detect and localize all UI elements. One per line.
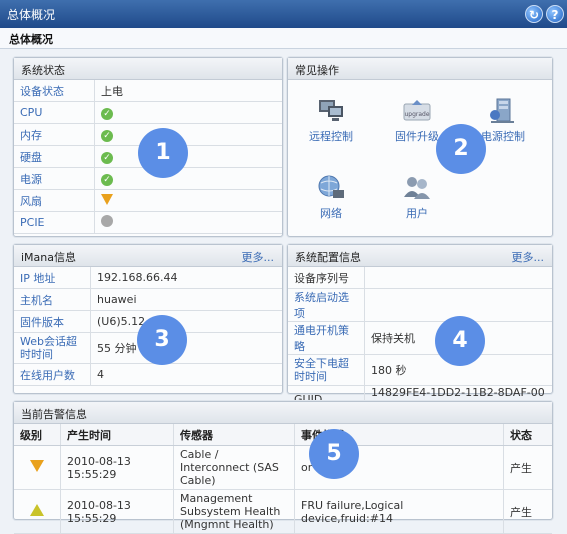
common-ops-panel: 常见操作 远程控制 upgrade 固件升级 电源控制 网络 用户 2 bbox=[287, 57, 553, 237]
window-title: 总体概况 bbox=[7, 8, 56, 22]
firmware-upgrade-label: 固件升级 bbox=[395, 130, 439, 143]
table-row: 在线用户数 4 bbox=[14, 363, 282, 386]
ip-address-value: 192.168.66.44 bbox=[90, 267, 282, 289]
ok-status-icon: ✓ bbox=[101, 107, 113, 120]
table-row: 主机名 huawei bbox=[14, 288, 282, 311]
warning-status-icon bbox=[101, 193, 113, 205]
common-ops-header: 常见操作 bbox=[288, 58, 552, 80]
alarm-sensor: Cable / Interconnect (SAS Cable) bbox=[173, 445, 295, 490]
firmware-version-value: (U6)5.12 bbox=[90, 310, 282, 333]
table-row: 风扇 bbox=[14, 189, 282, 212]
firmware-version-label: 固件版本 bbox=[14, 310, 91, 333]
ip-address-label: IP 地址 bbox=[14, 267, 91, 289]
system-status-header: 系统状态 bbox=[14, 58, 282, 80]
callout-badge-4: 4 bbox=[435, 316, 485, 366]
firmware-upgrade-icon: upgrade bbox=[402, 96, 432, 126]
callout-badge-3: 3 bbox=[137, 315, 187, 365]
page-header: 总体概况 bbox=[0, 28, 567, 49]
table-row: 系统启动选项 bbox=[288, 288, 552, 322]
minor-alarm-icon bbox=[30, 504, 44, 516]
imana-info-panel: iMana信息 更多... IP 地址 192.168.66.44 主机名 hu… bbox=[13, 244, 283, 394]
ok-status-icon: ✓ bbox=[101, 151, 113, 164]
remote-control-label: 远程控制 bbox=[309, 130, 353, 143]
help-icon[interactable]: ? bbox=[546, 5, 564, 23]
alarm-state: 产生 bbox=[503, 489, 552, 534]
col-state[interactable]: 状态 bbox=[503, 424, 552, 446]
sys-config-panel: 系统配置信息 更多... 设备序列号 系统启动选项 通电开机策略 保持关机 安全… bbox=[287, 244, 553, 413]
absent-status-icon bbox=[101, 215, 113, 227]
table-row[interactable]: 2010-08-13 15:55:29 Cable / Interconnect… bbox=[14, 445, 552, 490]
web-session-timeout-label: Web会话超时时间 bbox=[14, 332, 91, 364]
table-row: 设备序列号 bbox=[288, 267, 552, 289]
sys-config-header: 系统配置信息 更多... bbox=[288, 245, 552, 267]
pcie-label[interactable]: PCIE bbox=[14, 211, 95, 234]
page-title: 总体概况 bbox=[9, 33, 53, 46]
col-time[interactable]: 产生时间 bbox=[60, 424, 174, 446]
users-label: 用户 bbox=[406, 207, 428, 220]
online-users-value: 4 bbox=[90, 363, 282, 386]
table-row: CPU ✓ bbox=[14, 101, 282, 124]
network-button[interactable]: 网络 bbox=[296, 173, 366, 221]
power-control-icon bbox=[488, 96, 518, 126]
alarm-time: 2010-08-13 15:55:29 bbox=[60, 489, 174, 534]
alarm-state: 产生 bbox=[503, 445, 552, 490]
major-alarm-icon bbox=[30, 460, 44, 472]
power-control-label: 电源控制 bbox=[481, 130, 525, 143]
sys-config-more-link[interactable]: 更多... bbox=[512, 249, 545, 265]
network-label: 网络 bbox=[320, 207, 342, 220]
users-button[interactable]: 用户 bbox=[382, 173, 452, 221]
imana-info-title: iMana信息 bbox=[21, 251, 76, 264]
ok-status-icon: ✓ bbox=[101, 173, 113, 186]
callout-badge-1: 1 bbox=[138, 128, 188, 178]
table-row[interactable]: 2010-08-13 15:55:29 Management Subsystem… bbox=[14, 489, 552, 534]
remote-control-icon bbox=[316, 96, 346, 126]
ok-status-icon: ✓ bbox=[101, 129, 113, 142]
cpu-label[interactable]: CPU bbox=[14, 101, 95, 124]
boot-option-label[interactable]: 系统启动选项 bbox=[288, 288, 365, 322]
alarms-title: 当前告警信息 bbox=[21, 408, 87, 421]
table-row: 通电开机策略 保持关机 bbox=[288, 321, 552, 355]
col-sensor[interactable]: 传感器 bbox=[173, 424, 295, 446]
alarms-header-row: 级别 产生时间 传感器 事件描述 状态 bbox=[14, 424, 552, 446]
alarm-sensor: Management Subsystem Health (Mngmnt Heal… bbox=[173, 489, 295, 534]
power-label[interactable]: 电源 bbox=[14, 167, 95, 190]
alarms-table: 级别 产生时间 传感器 事件描述 状态 2010-08-13 15:55:29 … bbox=[14, 424, 552, 534]
imana-more-link[interactable]: 更多... bbox=[242, 249, 275, 265]
table-row: PCIE bbox=[14, 211, 282, 234]
device-state-label: 设备状态 bbox=[14, 80, 95, 102]
sys-config-table: 设备序列号 系统启动选项 通电开机策略 保持关机 安全下电超时时间 180 秒 … bbox=[288, 267, 552, 413]
fan-label[interactable]: 风扇 bbox=[14, 189, 95, 212]
safe-poweroff-timeout-label[interactable]: 安全下电超时时间 bbox=[288, 354, 365, 386]
common-ops-title: 常见操作 bbox=[295, 64, 339, 77]
window-titlebar: 总体概况 ↻ ? bbox=[0, 0, 567, 28]
network-icon bbox=[316, 173, 346, 203]
upgrade-icon-text: upgrade bbox=[404, 111, 429, 118]
device-state-value: 上电 bbox=[94, 80, 282, 102]
system-status-panel: 系统状态 设备状态 上电 CPU ✓ 内存 ✓ 硬盘 ✓ 电源 ✓ 风扇 PCI… bbox=[13, 57, 283, 237]
alarm-description: FRU failure,Logical device,fruid:#14 bbox=[294, 489, 504, 534]
system-status-title: 系统状态 bbox=[21, 64, 65, 77]
serial-number-value bbox=[364, 267, 552, 289]
power-on-policy-label[interactable]: 通电开机策略 bbox=[288, 321, 365, 355]
users-icon bbox=[402, 173, 432, 203]
memory-label[interactable]: 内存 bbox=[14, 123, 95, 146]
sys-config-title: 系统配置信息 bbox=[295, 251, 361, 264]
table-row: 设备状态 上电 bbox=[14, 80, 282, 102]
hostname-label: 主机名 bbox=[14, 288, 91, 311]
table-row: 安全下电超时时间 180 秒 bbox=[288, 354, 552, 386]
remote-control-button[interactable]: 远程控制 bbox=[296, 96, 366, 144]
disk-label[interactable]: 硬盘 bbox=[14, 145, 95, 168]
table-row: IP 地址 192.168.66.44 bbox=[14, 267, 282, 289]
serial-number-label: 设备序列号 bbox=[288, 267, 365, 289]
alarms-header: 当前告警信息 bbox=[14, 402, 552, 424]
alarm-time: 2010-08-13 15:55:29 bbox=[60, 445, 174, 490]
imana-info-header: iMana信息 更多... bbox=[14, 245, 282, 267]
alarms-panel: 当前告警信息 级别 产生时间 传感器 事件描述 状态 2010-08-13 15… bbox=[13, 401, 553, 534]
col-level[interactable]: 级别 bbox=[14, 424, 61, 446]
refresh-icon[interactable]: ↻ bbox=[525, 5, 543, 23]
hostname-value: huawei bbox=[90, 288, 282, 311]
callout-badge-5: 5 bbox=[309, 429, 359, 479]
callout-badge-2: 2 bbox=[436, 124, 486, 174]
online-users-label: 在线用户数 bbox=[14, 363, 91, 386]
